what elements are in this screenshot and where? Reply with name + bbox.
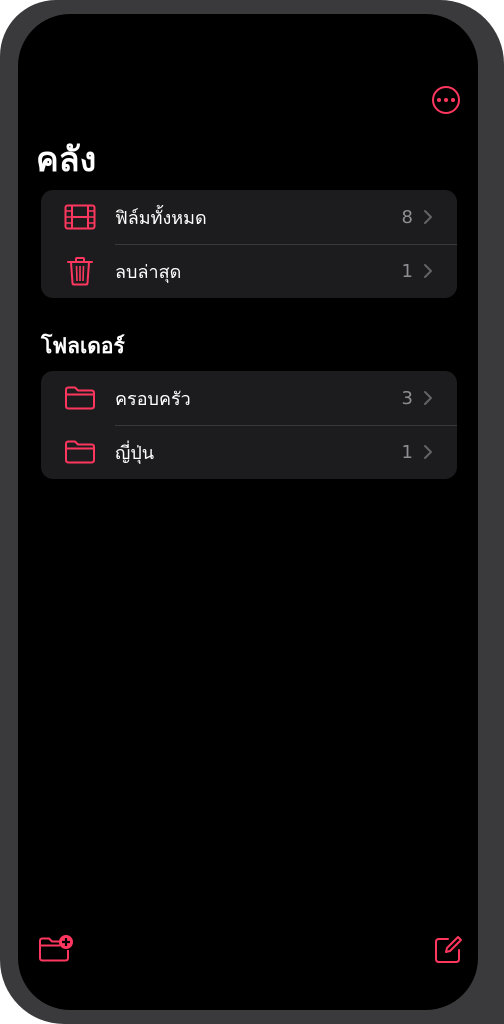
chevron-right-icon — [424, 210, 432, 224]
item-count: 3 — [401, 387, 413, 409]
section-header-folders: โฟลเดอร์ — [41, 334, 125, 358]
more-icon-dot — [444, 98, 448, 102]
more-icon-dot — [451, 98, 455, 102]
list-item-label: ครอบครัว — [115, 388, 191, 410]
chevron-right-icon — [424, 445, 432, 459]
list-item-folder-japan[interactable]: ญี่ปุ่น 1 — [41, 425, 457, 479]
folders-list: ครอบครัว 3 ญี่ปุ่น 1 — [41, 371, 457, 479]
film-icon — [63, 200, 97, 234]
list-item-label: ลบล่าสุด — [115, 261, 182, 283]
trash-icon — [63, 254, 97, 288]
list-item-label: ญี่ปุ่น — [115, 442, 155, 464]
item-count: 1 — [401, 260, 413, 282]
compose-icon — [435, 936, 462, 963]
new-folder-button[interactable] — [38, 930, 74, 966]
list-item-folder-family[interactable]: ครอบครัว 3 — [41, 371, 457, 425]
item-count: 1 — [401, 441, 413, 463]
new-folder-icon — [39, 935, 73, 962]
folder-icon — [63, 435, 97, 469]
folder-icon — [63, 381, 97, 415]
chevron-right-icon — [424, 391, 432, 405]
compose-button[interactable] — [430, 932, 466, 968]
more-options-button[interactable] — [432, 86, 460, 114]
device-frame: คลัง ฟิล์มทั้งหมด 8 ลบล่าสุด 1 โฟลเดอร์ … — [0, 0, 504, 1024]
more-icon — [437, 98, 441, 102]
chevron-right-icon — [424, 264, 432, 278]
list-item-all-films[interactable]: ฟิล์มทั้งหมด 8 — [41, 190, 457, 244]
page-title: คลัง — [36, 140, 97, 180]
screen: คลัง ฟิล์มทั้งหมด 8 ลบล่าสุด 1 โฟลเดอร์ … — [18, 14, 478, 1010]
item-count: 8 — [401, 206, 413, 228]
library-list: ฟิล์มทั้งหมด 8 ลบล่าสุด 1 — [41, 190, 457, 298]
list-item-recently-deleted[interactable]: ลบล่าสุด 1 — [41, 244, 457, 298]
list-item-label: ฟิล์มทั้งหมด — [115, 207, 207, 229]
